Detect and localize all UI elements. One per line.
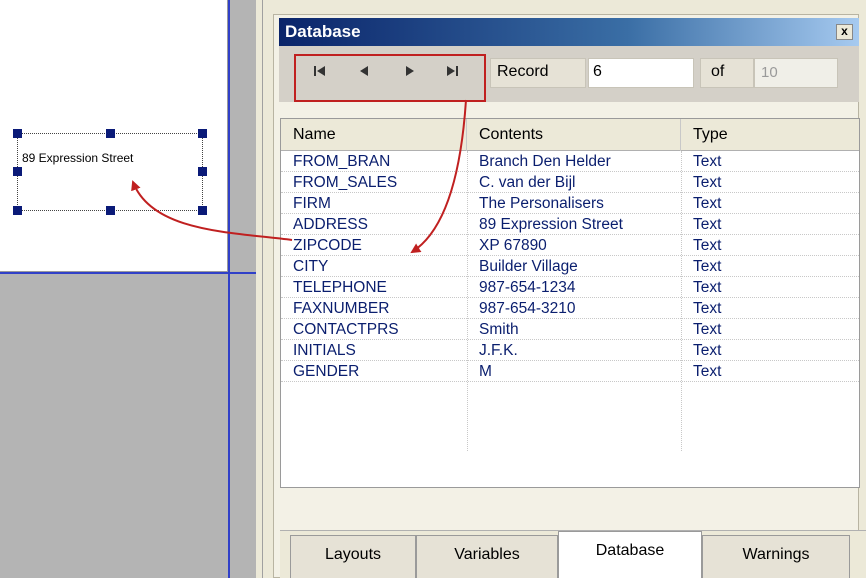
canvas-side-margin: [230, 0, 256, 578]
database-fields-grid[interactable]: Name Contents Type FROM_BRAN Branch Den H…: [280, 118, 860, 488]
table-row[interactable]: CONTACTPRS Smith Text: [281, 319, 859, 340]
database-titlebar[interactable]: Database x: [279, 18, 859, 46]
table-row[interactable]: INITIALS J.F.K. Text: [281, 340, 859, 361]
table-row[interactable]: GENDER M Text: [281, 361, 859, 382]
cell-name: TELEPHONE: [293, 279, 387, 296]
close-button[interactable]: x: [836, 24, 853, 40]
cell-type: Text: [693, 279, 722, 296]
design-canvas[interactable]: 89 Expression Street: [0, 0, 256, 578]
grid-header: Name Contents Type: [281, 119, 859, 151]
cell-type: Text: [693, 174, 722, 191]
text-object-value: 89 Expression Street: [22, 151, 134, 165]
grid-rows: FROM_BRAN Branch Den Helder Text FROM_SALES…: [281, 151, 859, 382]
panel-tab-bar: Layouts Variables Database Warnings: [280, 530, 866, 578]
cell-contents: 987-654-3210: [479, 300, 576, 317]
table-row[interactable]: FROM_SALES C. van der Bijl Text: [281, 172, 859, 193]
cell-type: Text: [693, 342, 722, 359]
cell-name: FROM_BRAN: [293, 153, 391, 170]
cell-contents: M: [479, 363, 492, 380]
resize-handle-bottom-left[interactable]: [13, 206, 22, 215]
resize-handle-middle-right[interactable]: [198, 167, 207, 176]
tab-database[interactable]: Database: [558, 531, 702, 578]
table-row[interactable]: CITY Builder Village Text: [281, 256, 859, 277]
cell-name: ADDRESS: [293, 216, 368, 233]
canvas-margin-area: [0, 274, 228, 578]
resize-handle-middle-left[interactable]: [13, 167, 22, 176]
column-header-contents[interactable]: Contents: [467, 119, 681, 151]
cell-type: Text: [693, 300, 722, 317]
table-row[interactable]: ADDRESS 89 Expression Street Text: [281, 214, 859, 235]
cell-name: FROM_SALES: [293, 174, 398, 191]
horizontal-guide-line[interactable]: [0, 272, 256, 274]
cell-contents: XP 67890: [479, 237, 547, 254]
cell-name: FIRM: [293, 195, 331, 212]
cell-name: CITY: [293, 258, 329, 275]
cell-name: FAXNUMBER: [293, 300, 390, 317]
table-row[interactable]: ZIPCODE XP 67890 Text: [281, 235, 859, 256]
cell-contents: Branch Den Helder: [479, 153, 611, 170]
tab-warnings[interactable]: Warnings: [702, 535, 850, 578]
cell-name: CONTACTPRS: [293, 321, 399, 338]
cell-type: Text: [693, 237, 722, 254]
cell-contents: Builder Village: [479, 258, 578, 275]
tab-variables[interactable]: Variables: [416, 535, 558, 578]
record-label: Record: [490, 58, 586, 88]
resize-handle-bottom-center[interactable]: [106, 206, 115, 215]
record-number-input[interactable]: 6: [588, 58, 694, 88]
page-area[interactable]: 89 Expression Street: [0, 0, 228, 272]
column-header-type[interactable]: Type: [681, 119, 861, 151]
cell-name: GENDER: [293, 363, 360, 380]
cell-contents: The Personalisers: [479, 195, 604, 212]
of-label: of: [700, 58, 754, 88]
table-row[interactable]: FAXNUMBER 987-654-3210 Text: [281, 298, 859, 319]
close-icon: x: [841, 24, 848, 38]
navigation-highlight-box: [294, 54, 486, 102]
text-object-selected[interactable]: 89 Expression Street: [17, 133, 203, 211]
cell-type: Text: [693, 258, 722, 275]
cell-type: Text: [693, 321, 722, 338]
cell-contents: 987-654-1234: [479, 279, 576, 296]
cell-type: Text: [693, 363, 722, 380]
table-row[interactable]: FROM_BRAN Branch Den Helder Text: [281, 151, 859, 172]
column-header-name[interactable]: Name: [281, 119, 467, 151]
cell-name: INITIALS: [293, 342, 356, 359]
cell-type: Text: [693, 195, 722, 212]
cell-contents: 89 Expression Street: [479, 216, 623, 233]
tab-layouts[interactable]: Layouts: [290, 535, 416, 578]
cell-name: ZIPCODE: [293, 237, 362, 254]
cell-contents: C. van der Bijl: [479, 174, 576, 191]
resize-handle-top-center[interactable]: [106, 129, 115, 138]
cell-contents: Smith: [479, 321, 519, 338]
cell-contents: J.F.K.: [479, 342, 518, 359]
cell-type: Text: [693, 153, 722, 170]
resize-handle-top-right[interactable]: [198, 129, 207, 138]
table-row[interactable]: FIRM The Personalisers Text: [281, 193, 859, 214]
cell-type: Text: [693, 216, 722, 233]
total-records-field: 10: [754, 58, 838, 88]
resize-handle-top-left[interactable]: [13, 129, 22, 138]
database-title: Database: [285, 22, 361, 41]
resize-handle-bottom-right[interactable]: [198, 206, 207, 215]
table-row[interactable]: TELEPHONE 987-654-1234 Text: [281, 277, 859, 298]
vertical-guide-line[interactable]: [228, 0, 230, 578]
